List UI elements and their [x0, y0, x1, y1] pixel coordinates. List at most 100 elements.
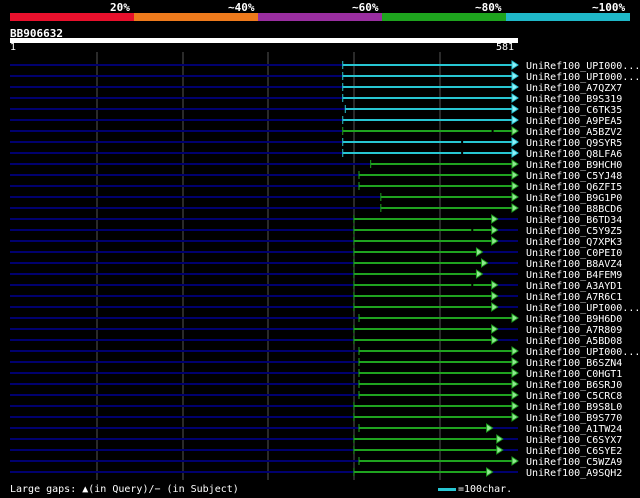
hit-label[interactable]: UniRef100_A5BD08 — [526, 336, 622, 347]
hit-row[interactable]: UniRef100_B9G1P0 — [10, 192, 622, 204]
hit-label[interactable]: UniRef100_B8BCD6 — [526, 204, 622, 215]
hit-label[interactable]: UniRef100_C0PEI0 — [526, 248, 622, 259]
hit-arrow-icon — [511, 137, 519, 147]
hit-row[interactable]: UniRef100_B6SZN4 — [10, 357, 622, 369]
hit-arrow-icon — [511, 181, 519, 191]
hit-label[interactable]: UniRef100_Q9SYR5 — [526, 138, 622, 149]
legend-label-2: ~60% — [352, 1, 379, 14]
hit-row[interactable]: UniRef100_B9S319 — [10, 93, 622, 105]
hit-row[interactable]: UniRef100_C0PEI0 — [10, 247, 622, 259]
hit-row[interactable]: UniRef100_B6TD34 — [10, 214, 622, 226]
hit-row[interactable]: UniRef100_C6SYE2 — [10, 445, 622, 457]
hit-row[interactable]: UniRef100_A5BZV2 — [10, 126, 622, 138]
hit-label[interactable]: UniRef100_A7R809 — [526, 325, 622, 336]
hit-label[interactable]: UniRef100_B6TD34 — [526, 215, 622, 226]
hit-label[interactable]: UniRef100_A9SQH2 — [526, 468, 622, 479]
hit-label[interactable]: UniRef100_C6TK35 — [526, 105, 622, 116]
hit-label[interactable]: UniRef100_A5BZV2 — [526, 127, 622, 138]
hit-row[interactable]: UniRef100_UPI000... — [10, 346, 640, 358]
hit-row[interactable]: UniRef100_B6SRJ0 — [10, 379, 622, 391]
hit-row[interactable]: UniRef100_A7R6C1 — [10, 291, 622, 303]
hit-row[interactable]: UniRef100_B9H6D0 — [10, 313, 622, 325]
hit-arrow-icon — [511, 170, 519, 180]
legend-bar-1 — [134, 13, 258, 21]
hit-label[interactable]: UniRef100_B9HCH0 — [526, 160, 622, 171]
hit-arrow-icon — [511, 82, 519, 92]
hit-label[interactable]: UniRef100_B9S8L0 — [526, 402, 622, 413]
hit-row[interactable]: UniRef100_A7R809 — [10, 324, 622, 336]
hit-arrow-icon — [511, 412, 519, 422]
hit-row[interactable]: UniRef100_B9S770 — [10, 412, 622, 424]
hit-row[interactable]: UniRef100_UPI000... — [10, 60, 640, 72]
hit-label[interactable]: UniRef100_Q7XPK3 — [526, 237, 622, 248]
hit-label[interactable]: UniRef100_A3AYD1 — [526, 281, 622, 292]
hit-row[interactable]: UniRef100_C5WZA9 — [10, 456, 622, 468]
hit-label[interactable]: UniRef100_A9PEA5 — [526, 116, 622, 127]
hit-label[interactable]: UniRef100_C5WZA9 — [526, 457, 622, 468]
legend-label-4: ~100% — [592, 1, 626, 14]
hit-row[interactable]: UniRef100_A1TW24 — [10, 423, 622, 435]
hit-label[interactable]: UniRef100_B8AVZ4 — [526, 259, 622, 270]
hit-row[interactable]: UniRef100_C5Y9Z5 — [10, 225, 622, 237]
hit-label[interactable]: UniRef100_B9S770 — [526, 413, 622, 424]
hit-row[interactable]: UniRef100_A7QZX7 — [10, 82, 622, 94]
hit-label[interactable]: UniRef100_C5Y9Z5 — [526, 226, 622, 237]
hit-row[interactable]: UniRef100_B4FEM9 — [10, 269, 622, 281]
hit-arrow-icon — [511, 401, 519, 411]
hit-row[interactable]: UniRef100_A9PEA5 — [10, 115, 622, 127]
hit-label[interactable]: UniRef100_UPI000... — [526, 303, 640, 314]
hit-row[interactable]: UniRef100_B9S8L0 — [10, 401, 622, 413]
hit-row[interactable]: UniRef100_Q7XPK3 — [10, 236, 622, 248]
legend-bar-2 — [258, 13, 382, 21]
hit-label[interactable]: UniRef100_B9G1P0 — [526, 193, 622, 204]
hit-label[interactable]: UniRef100_B4FEM9 — [526, 270, 622, 281]
hit-arrow-icon — [511, 379, 519, 389]
hit-arrow-icon — [491, 280, 499, 290]
hit-label[interactable]: UniRef100_C5CRC8 — [526, 391, 622, 402]
hit-row[interactable]: UniRef100_Q9SYR5 — [10, 137, 622, 149]
hit-arrow-icon — [496, 434, 504, 444]
hit-row[interactable]: UniRef100_B8BCD6 — [10, 203, 622, 215]
hit-arrow-icon — [486, 467, 494, 477]
hit-row[interactable]: UniRef100_C6SYX7 — [10, 434, 622, 446]
hit-label[interactable]: UniRef100_A7QZX7 — [526, 83, 622, 94]
hit-row[interactable]: UniRef100_C0HGT1 — [10, 368, 622, 380]
hit-row[interactable]: UniRef100_UPI000... — [10, 302, 640, 314]
hit-label[interactable]: UniRef100_B9H6D0 — [526, 314, 622, 325]
scale-legend-text: =100char. — [458, 484, 513, 495]
hit-label[interactable]: UniRef100_UPI000... — [526, 61, 640, 72]
hit-label[interactable]: UniRef100_Q6ZFI5 — [526, 182, 622, 193]
hit-label[interactable]: UniRef100_Q8LFA6 — [526, 149, 622, 160]
hit-row[interactable]: UniRef100_A9SQH2 — [10, 467, 622, 479]
hit-arrow-icon — [491, 291, 499, 301]
hit-label[interactable]: UniRef100_C5YJ48 — [526, 171, 622, 182]
hit-label[interactable]: UniRef100_C6SYX7 — [526, 435, 622, 446]
hit-label[interactable]: UniRef100_UPI000... — [526, 347, 640, 358]
hit-label[interactable]: UniRef100_B9S319 — [526, 94, 622, 105]
hit-label[interactable]: UniRef100_C6SYE2 — [526, 446, 622, 457]
hit-arrow-icon — [511, 159, 519, 169]
hit-label[interactable]: UniRef100_B6SRJ0 — [526, 380, 622, 391]
gaps-legend: Large gaps: ▲(in Query)/− (in Subject) — [10, 484, 239, 495]
hit-label[interactable]: UniRef100_UPI000... — [526, 72, 640, 83]
hit-arrow-icon — [511, 148, 519, 158]
hit-row[interactable]: UniRef100_UPI000... — [10, 71, 640, 83]
hit-arrow-icon — [481, 258, 489, 268]
hit-label[interactable]: UniRef100_A1TW24 — [526, 424, 622, 435]
hit-row[interactable]: UniRef100_A3AYD1 — [10, 280, 622, 292]
hit-label[interactable]: UniRef100_C0HGT1 — [526, 369, 622, 380]
hit-arrow-icon — [491, 225, 499, 235]
hit-arrow-icon — [491, 324, 499, 334]
hit-row[interactable]: UniRef100_C5YJ48 — [10, 170, 622, 182]
hit-row[interactable]: UniRef100_B8AVZ4 — [10, 258, 622, 270]
hit-arrow-icon — [511, 60, 519, 70]
hit-row[interactable]: UniRef100_Q8LFA6 — [10, 148, 622, 160]
hit-row[interactable]: UniRef100_B9HCH0 — [10, 159, 622, 171]
hit-label[interactable]: UniRef100_A7R6C1 — [526, 292, 622, 303]
hit-row[interactable]: UniRef100_A5BD08 — [10, 335, 622, 347]
hit-arrow-icon — [511, 346, 519, 356]
hit-row[interactable]: UniRef100_C6TK35 — [10, 104, 622, 116]
hit-row[interactable]: UniRef100_C5CRC8 — [10, 390, 622, 402]
hit-row[interactable]: UniRef100_Q6ZFI5 — [10, 181, 622, 193]
hit-label[interactable]: UniRef100_B6SZN4 — [526, 358, 622, 369]
